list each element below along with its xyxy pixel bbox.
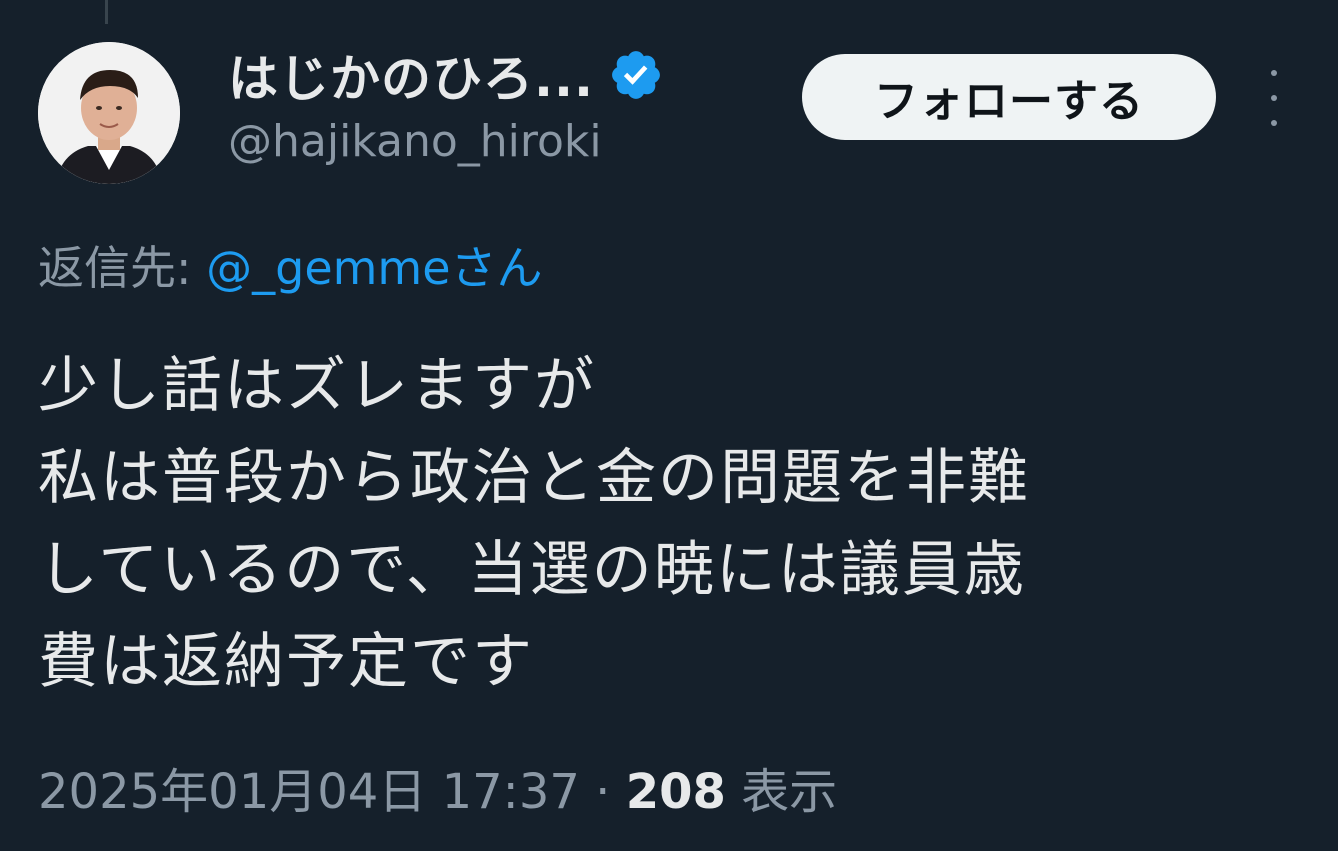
tweet-meta: 2025年01月04日 17:37 · 208 表示 <box>38 752 837 822</box>
avatar[interactable] <box>38 42 180 184</box>
meta-separator: · <box>579 764 626 820</box>
thread-connector-line <box>105 0 108 24</box>
views-count: 208 <box>625 764 726 820</box>
tweet-text-line: しているので、当選の暁には議員歳 <box>38 535 1026 605</box>
name-row: はじかのひろ... <box>228 40 788 110</box>
tweet-text-line: 費は返納予定です <box>38 627 534 697</box>
reply-to-handle-link[interactable]: @_gemmeさん <box>206 241 542 295</box>
tweet-text-line: 私は普段から政治と金の問題を非難 <box>38 443 1030 513</box>
author-handle[interactable]: @hajikano_hiroki <box>228 116 788 167</box>
author-header: はじかのひろ... @hajikano_hiroki <box>228 40 788 167</box>
tweet-timestamp[interactable]: 2025年01月04日 17:37 <box>38 764 580 820</box>
views-label: 表示 <box>725 764 838 820</box>
tweet-text: 少し話はズレますが 私は普段から政治と金の問題を非難 しているので、当選の暁には… <box>38 340 1298 708</box>
avatar-image <box>38 42 180 184</box>
verified-badge-icon <box>608 47 664 103</box>
follow-button[interactable]: フォローする <box>802 54 1216 140</box>
tweet-text-line: 少し話はズレますが <box>38 351 596 421</box>
more-options-icon[interactable] <box>1262 70 1286 126</box>
reply-prefix: 返信先: <box>38 241 207 295</box>
reply-to-line: 返信先: @_gemmeさん <box>38 232 543 298</box>
display-name[interactable]: はじかのひろ... <box>228 39 594 111</box>
